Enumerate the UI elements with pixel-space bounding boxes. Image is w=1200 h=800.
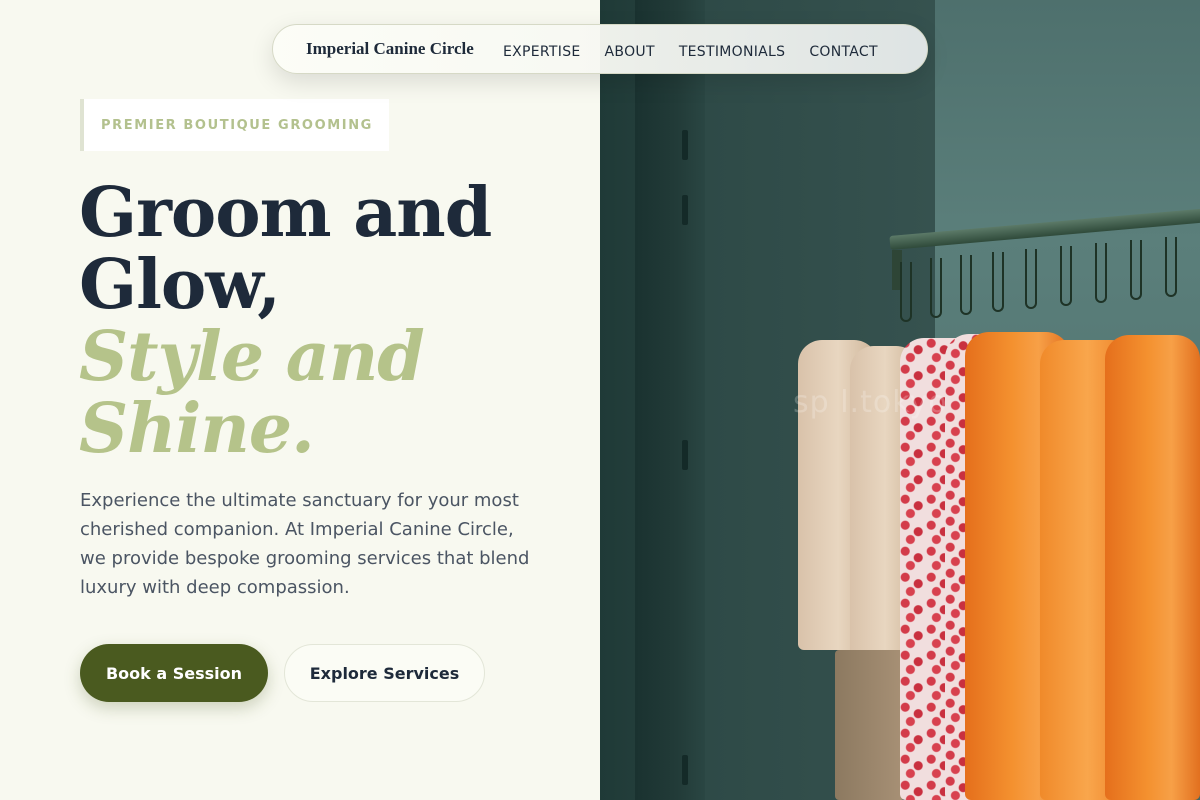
photo-hinge bbox=[682, 130, 688, 160]
photo-hinge bbox=[682, 195, 688, 225]
photo-hanger bbox=[1095, 243, 1107, 303]
photo-watermark: sp l.tokyo bbox=[793, 385, 948, 420]
hero-headline: Groom and Glow, Style and Shine. bbox=[79, 177, 579, 465]
photo-hinge bbox=[682, 440, 688, 470]
eyebrow-label: PREMIER BOUTIQUE GROOMING bbox=[80, 99, 389, 151]
explore-services-button[interactable]: Explore Services bbox=[284, 644, 485, 702]
photo-hanger bbox=[900, 262, 912, 322]
hero-photo-clothing-rack: sp l.tokyo bbox=[600, 0, 1200, 800]
hero-section: PREMIER BOUTIQUE GROOMING Groom and Glow… bbox=[0, 0, 600, 800]
photo-hanger bbox=[1060, 246, 1072, 306]
photo-hanger bbox=[992, 252, 1004, 312]
photo-hinge bbox=[682, 755, 688, 785]
top-navigation: Imperial Canine Circle EXPERTISE ABOUT T… bbox=[272, 24, 928, 74]
photo-hanger bbox=[1130, 240, 1142, 300]
nav-link-expertise[interactable]: EXPERTISE bbox=[503, 44, 581, 60]
hero-description: Experience the ultimate sanctuary for yo… bbox=[80, 490, 530, 598]
headline-accent-line-1: Style and bbox=[79, 317, 425, 397]
nav-link-contact[interactable]: CONTACT bbox=[809, 44, 878, 60]
photo-hanger bbox=[930, 258, 942, 318]
photo-door-edge bbox=[635, 0, 705, 800]
headline-line-1: Groom and bbox=[79, 173, 492, 253]
photo-hanger bbox=[1025, 249, 1037, 309]
nav-link-about[interactable]: ABOUT bbox=[605, 44, 655, 60]
brand-logo-text[interactable]: Imperial Canine Circle bbox=[306, 39, 474, 59]
headline-line-2: Glow, bbox=[79, 245, 281, 325]
photo-garment bbox=[1105, 335, 1200, 800]
photo-hanger bbox=[960, 255, 972, 315]
photo-garment bbox=[835, 650, 905, 800]
nav-links: EXPERTISE ABOUT TESTIMONIALS CONTACT bbox=[503, 41, 878, 60]
nav-link-testimonials[interactable]: TESTIMONIALS bbox=[679, 44, 786, 60]
headline-accent-line-2: Shine. bbox=[79, 389, 315, 469]
book-session-button[interactable]: Book a Session bbox=[80, 644, 268, 702]
photo-hanger bbox=[1165, 237, 1177, 297]
